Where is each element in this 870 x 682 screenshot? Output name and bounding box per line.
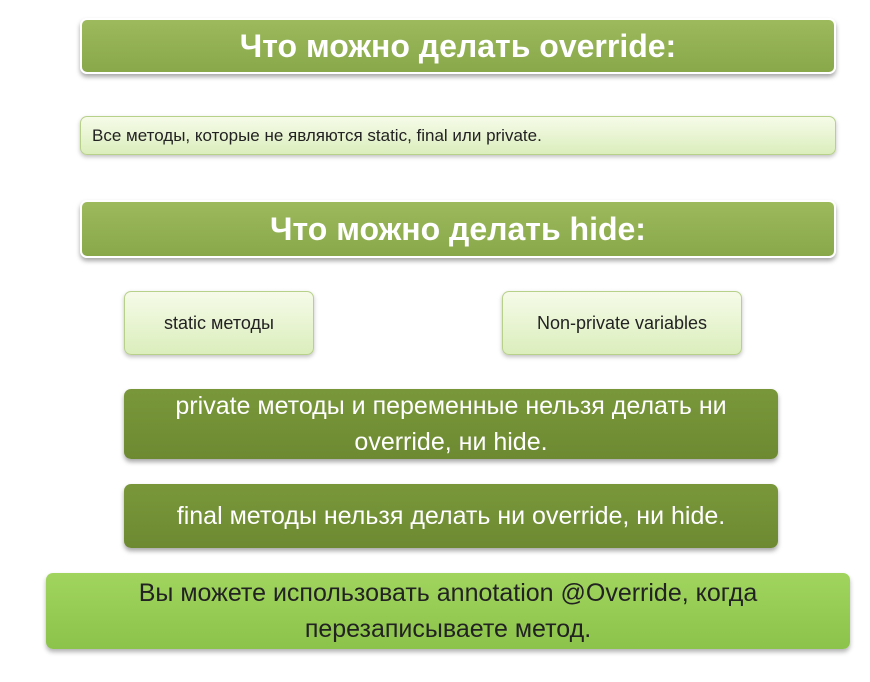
note-annotation-text: Вы можете использовать annotation @Overr… xyxy=(138,579,758,643)
hide-item-static-methods: static методы xyxy=(124,291,314,355)
override-header-text: Что можно делать override: xyxy=(239,27,677,64)
hide-item-non-private-variables: Non-private variables xyxy=(502,291,742,355)
note-final: final методы нельзя делать ни override, … xyxy=(124,484,778,548)
override-header: Что можно делать override: xyxy=(80,18,836,74)
hide-item-label: Non-private variables xyxy=(536,312,708,333)
note-private-text: private методы и переменные нельзя делат… xyxy=(175,392,727,456)
note-private: private методы и переменные нельзя делат… xyxy=(124,389,778,459)
override-description: Все методы, которые не являются static, … xyxy=(80,116,836,155)
hide-header-text: Что можно делать hide: xyxy=(270,210,646,247)
hide-item-label: static методы xyxy=(164,312,274,333)
hide-header: Что можно делать hide: xyxy=(80,200,836,258)
note-annotation: Вы можете использовать annotation @Overr… xyxy=(46,573,850,649)
note-final-text: final методы нельзя делать ни override, … xyxy=(176,502,726,530)
override-description-text: Все методы, которые не являются static, … xyxy=(92,125,542,145)
